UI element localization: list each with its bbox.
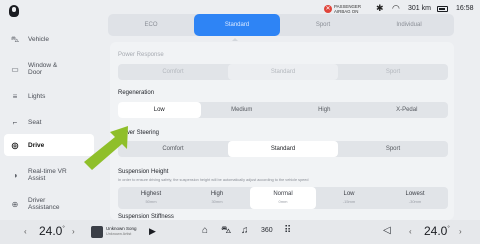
highlight-arrow-icon (84, 126, 128, 170)
volume-icon[interactable]: ◁ (383, 225, 391, 236)
sidebar-item-label: Seat (28, 118, 42, 126)
power-response-comfort[interactable]: Comfort (118, 64, 228, 80)
power-response-sport[interactable]: Sport (338, 64, 448, 80)
car-icon: ⛍ (10, 34, 20, 44)
play-icon[interactable]: ▶ (149, 226, 156, 237)
regeneration-title: Regeneration (118, 90, 155, 96)
music-icon[interactable]: ♫ (241, 225, 249, 236)
suspension-normal[interactable]: Normal 0mm (250, 187, 316, 209)
left-temperature[interactable]: 24.0° (39, 224, 65, 238)
left-temp-up-chevron-icon[interactable]: › (72, 227, 75, 236)
tab-eco[interactable]: ECO (108, 14, 194, 36)
sidebar-item-vehicle[interactable]: ⛍ Vehicle (4, 28, 94, 50)
sidebar-item-driver-assistance[interactable]: ⊕ Driver Assistance (4, 192, 94, 216)
suspension-highest[interactable]: Highest 50mm (118, 187, 184, 209)
artist-name: Unknown Artist (106, 232, 132, 236)
brand-logo (9, 5, 19, 17)
album-art (91, 226, 103, 238)
power-response-standard[interactable]: Standard (228, 64, 338, 80)
lights-icon: ≡ (12, 91, 18, 101)
regeneration-low[interactable]: Low (118, 102, 201, 118)
suspension-high[interactable]: High 30mm (184, 187, 250, 209)
camera-360-icon[interactable]: 360 (261, 227, 273, 234)
power-steering-standard[interactable]: Standard (228, 141, 338, 157)
clock: 16:58 (456, 5, 474, 12)
sidebar-item-lights[interactable]: ≡ Lights (4, 85, 94, 107)
window-icon: ▭ (11, 64, 19, 74)
sidebar-item-label: Driver Assistance (28, 197, 60, 211)
settings-sidebar: ⛍ Vehicle ▭ Window & Door ≡ Lights ⌐ Sea… (0, 24, 98, 220)
settings-card: Power Response Comfort Standard Sport Re… (110, 42, 454, 220)
sidebar-item-drive[interactable]: ◎ Drive (4, 134, 94, 156)
left-temp-down-chevron-icon[interactable]: ‹ (24, 227, 27, 236)
car-control-icon[interactable]: ⛍ (221, 225, 231, 238)
tab-sport[interactable]: Sport (280, 14, 366, 36)
right-temp-down-chevron-icon[interactable]: ‹ (409, 227, 412, 236)
sidebar-item-label: Drive (28, 141, 45, 149)
suspension-low[interactable]: Low -15mm (316, 187, 382, 209)
seat-icon: ⌐ (12, 117, 18, 127)
bottom-dock: ‹ 24.0° › Unknown Song Unknown Artist ▶ … (0, 220, 480, 244)
regeneration-medium[interactable]: Medium (201, 102, 284, 118)
sidebar-item-label: Real-time VR Assist (28, 168, 67, 182)
steering-wheel-icon: ◎ (11, 140, 19, 150)
song-title: Unknown Song (106, 226, 137, 231)
driver-assist-icon: ⊕ (11, 199, 19, 209)
sidebar-item-label: Lights (28, 92, 46, 100)
regeneration-high[interactable]: High (283, 102, 366, 118)
tab-standard[interactable]: Standard (194, 14, 280, 36)
selected-tab-indicator (232, 38, 238, 41)
power-response-title: Power Response (118, 52, 164, 58)
power-steering-selector: Comfort Standard Sport (118, 141, 448, 157)
sidebar-item-label: Vehicle (28, 35, 49, 43)
home-icon[interactable]: ⌂ (202, 225, 208, 236)
apps-grid-icon[interactable]: ⠿ (284, 225, 291, 236)
media-player[interactable]: Unknown Song Unknown Artist ▶ (91, 225, 191, 240)
power-steering-comfort[interactable]: Comfort (118, 141, 228, 157)
power-response-selector: Comfort Standard Sport (118, 64, 448, 80)
drive-settings-panel: ECO Standard Sport Individual Power Resp… (108, 0, 454, 220)
vr-icon: ◑ (12, 170, 18, 180)
regeneration-selector: Low Medium High X-Pedal (118, 102, 448, 118)
sidebar-item-label: Window & Door (28, 62, 58, 76)
regeneration-x-pedal[interactable]: X-Pedal (366, 102, 449, 118)
sidebar-item-vr-assist[interactable]: ◑ Real-time VR Assist (4, 163, 94, 187)
right-temp-up-chevron-icon[interactable]: › (459, 227, 462, 236)
power-steering-sport[interactable]: Sport (338, 141, 448, 157)
suspension-lowest[interactable]: Lowest -30mm (382, 187, 448, 209)
right-temperature[interactable]: 24.0° (424, 224, 450, 238)
tab-individual[interactable]: Individual (366, 14, 452, 36)
drive-mode-tabs: ECO Standard Sport Individual (108, 14, 454, 36)
sidebar-item-window-door[interactable]: ▭ Window & Door (4, 57, 94, 81)
sidebar-item-seat[interactable]: ⌐ Seat (4, 111, 94, 133)
suspension-height-selector: Highest 50mm High 30mm Normal 0mm Low -1… (118, 187, 448, 209)
suspension-height-note: In order to ensure driving safety, the s… (118, 178, 309, 182)
